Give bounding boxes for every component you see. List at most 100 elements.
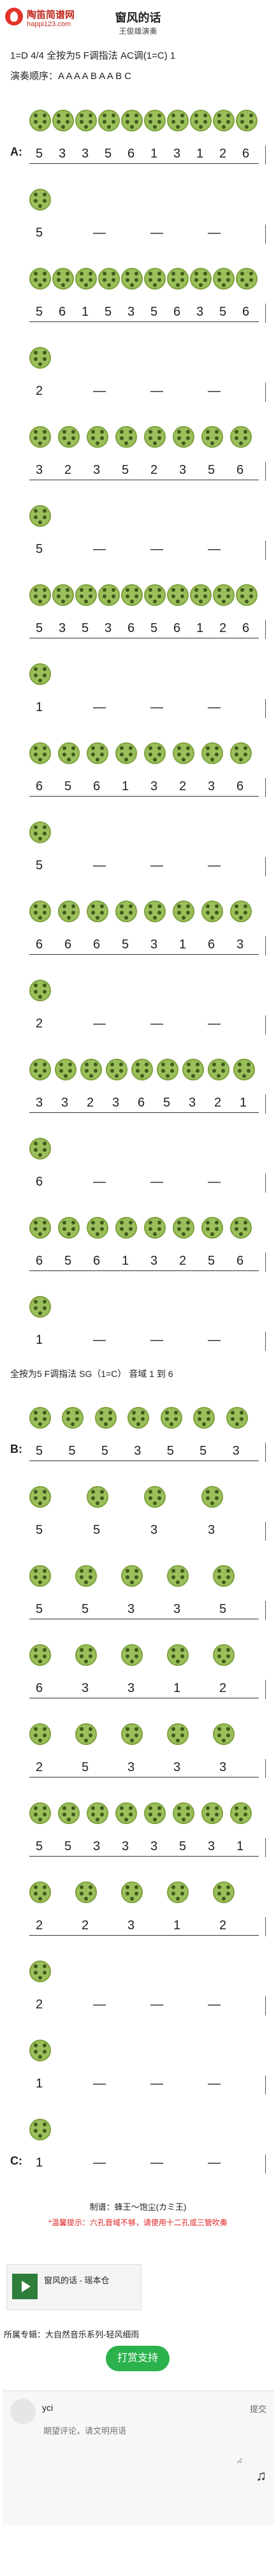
note: 2	[36, 1760, 43, 1774]
fingering-icon	[29, 505, 51, 527]
avatar	[10, 2399, 36, 2424]
bar-line	[265, 1094, 266, 1114]
note: —	[93, 2077, 106, 2091]
bar-line	[265, 620, 266, 639]
fingering-icon	[29, 1881, 51, 1903]
note: —	[93, 1017, 106, 1031]
fingering-icon	[58, 901, 80, 922]
bar-line	[265, 699, 266, 718]
fingering-icon	[29, 821, 51, 843]
fingering-icon	[233, 1059, 255, 1080]
bar-line	[265, 1015, 266, 1034]
note: 3	[93, 463, 101, 477]
fingering-icon	[213, 1565, 235, 1587]
fingering-icon	[213, 1723, 235, 1745]
note: 5	[208, 463, 215, 477]
beam-line	[29, 1935, 259, 1936]
note: 3	[93, 1839, 101, 1853]
fingering-icon	[29, 1217, 51, 1239]
fingering-icon	[55, 1059, 76, 1080]
note: 6	[36, 1681, 43, 1695]
note: 5	[36, 226, 43, 240]
fingering-icon	[236, 584, 258, 606]
play-icon[interactable]	[12, 2274, 38, 2299]
note: 2	[219, 1918, 227, 1932]
fingering-icon	[144, 1802, 166, 1824]
fingering-icon	[173, 1217, 194, 1239]
note: 6	[242, 147, 250, 161]
note: 3	[122, 1839, 129, 1853]
fingering-icon	[173, 742, 194, 764]
note: 3	[82, 147, 89, 161]
fingering-icon	[144, 742, 166, 764]
bar-line	[265, 1996, 266, 2015]
fingering-icon	[230, 426, 252, 448]
fingering-icon	[29, 584, 51, 606]
note: 3	[127, 1602, 135, 1616]
submit-button[interactable]: 提交	[250, 2403, 266, 2415]
fingering-icon	[190, 268, 212, 290]
fingering-icon	[167, 1881, 189, 1903]
note: 1	[36, 2077, 43, 2091]
bar-line	[265, 1443, 266, 1462]
reward-button[interactable]: 打赏支持	[106, 2346, 170, 2371]
note: —	[150, 1017, 163, 1031]
note: 5	[105, 147, 112, 161]
fingering-icon	[115, 426, 137, 448]
note: —	[208, 1998, 221, 2012]
comment-user: yci	[42, 2403, 54, 2413]
bar-line	[265, 541, 266, 560]
fingering-icon	[157, 1059, 178, 1080]
note: —	[208, 2077, 221, 2091]
note: 2	[179, 1254, 187, 1268]
bar-line	[265, 224, 266, 244]
fingering-icon	[167, 110, 189, 131]
note: 1	[122, 779, 129, 793]
fingering-icon	[29, 347, 51, 369]
note: 5	[36, 621, 43, 635]
note: 1	[150, 147, 158, 161]
note: 1	[236, 1839, 244, 1853]
music-note-icon[interactable]: ♫	[256, 2468, 267, 2484]
note: —	[150, 1333, 163, 1347]
note: 5	[150, 305, 158, 319]
fingering-icon	[201, 426, 223, 448]
section-label: C:	[10, 2154, 22, 2167]
note: 2	[64, 463, 72, 477]
fingering-icon	[213, 110, 235, 131]
fingering-icon	[87, 426, 108, 448]
note: 2	[150, 463, 158, 477]
beam-line	[29, 954, 259, 955]
note: 1	[173, 1918, 181, 1932]
page-title: 窗风的话	[115, 11, 161, 24]
note: 1	[240, 1096, 247, 1110]
note: —	[150, 542, 163, 556]
note: 5	[64, 1839, 72, 1853]
fingering-icon	[190, 584, 212, 606]
note: —	[93, 700, 106, 714]
fingering-icon	[127, 1407, 150, 1429]
note: —	[208, 1017, 221, 1031]
fingering-icon	[80, 1059, 102, 1080]
note: —	[93, 384, 106, 398]
album[interactable]: 所属专辑：大自然音乐系列-轻风细雨	[4, 2328, 139, 2340]
note: —	[93, 1175, 106, 1189]
bar-line	[265, 1174, 266, 1193]
note: 3	[134, 1444, 142, 1458]
note: 5	[36, 147, 43, 161]
fingering-icon	[87, 1217, 108, 1239]
note: 5	[36, 542, 43, 556]
bar-line	[265, 1838, 266, 1857]
bar-line	[265, 304, 266, 323]
note: —	[150, 1998, 163, 2012]
note: —	[208, 226, 221, 240]
note: —	[93, 226, 106, 240]
comment-input[interactable]	[42, 2423, 242, 2464]
fingering-icon	[75, 110, 97, 131]
note: 2	[214, 1096, 222, 1110]
music-player[interactable]: 窗风的话 - 瑶本仓	[6, 2264, 142, 2310]
fingering-icon	[75, 1644, 97, 1666]
fingering-icon	[29, 1802, 51, 1824]
fingering-icon	[87, 901, 108, 922]
fingering-icon	[121, 1881, 143, 1903]
